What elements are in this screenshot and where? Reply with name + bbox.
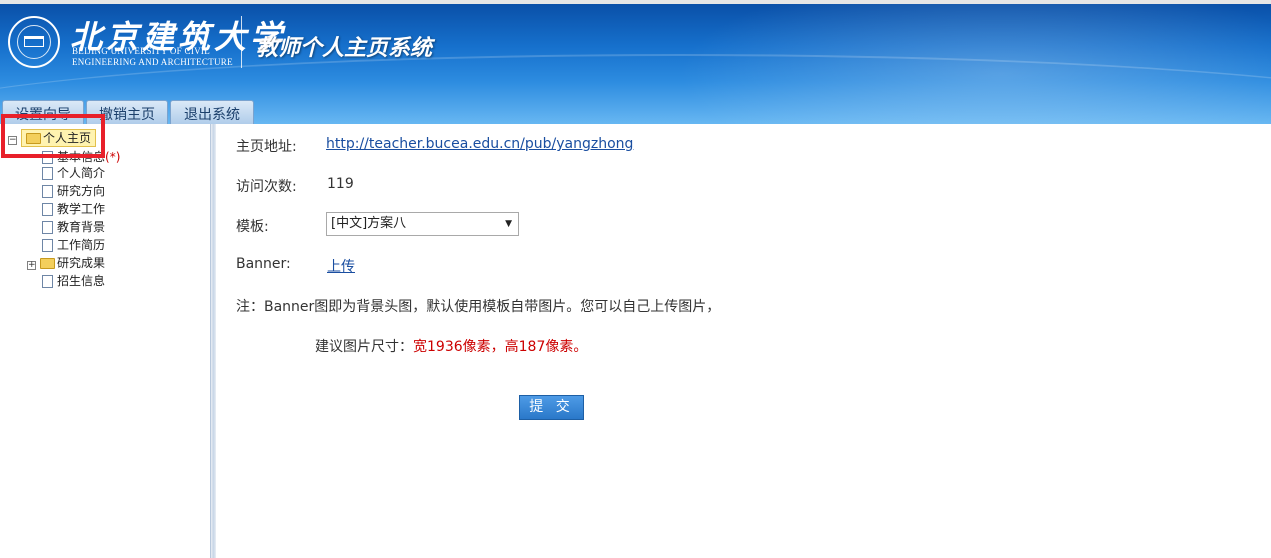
tree-item-admissions[interactable]: 招生信息 — [42, 272, 105, 290]
size-recommendation: 建议图片尺寸：宽1936像素，高187像素。 — [315, 339, 588, 355]
document-icon — [42, 203, 53, 216]
visits-label: 访问次数: — [236, 179, 297, 195]
document-icon — [42, 185, 53, 198]
header-banner: 北京建筑大学 BEIJING UNIVERSITY OF CIVIL ENGIN… — [0, 4, 1271, 124]
template-select[interactable]: [中文]方案八 ▼ — [326, 212, 519, 236]
banner-upload-link[interactable]: 上传 — [327, 256, 355, 276]
sidebar-splitter[interactable] — [210, 124, 216, 558]
tab-logout[interactable]: 退出系统 — [170, 100, 254, 124]
document-icon — [42, 275, 53, 288]
document-icon — [42, 239, 53, 252]
tree-item-research-results[interactable]: + 研究成果 — [27, 254, 105, 272]
expand-icon[interactable]: + — [27, 261, 36, 270]
tree-item-profile[interactable]: 个人简介 — [42, 164, 105, 182]
tree-item-work-history[interactable]: 工作简历 — [42, 236, 105, 254]
homepage-url-link[interactable]: http://teacher.bucea.edu.cn/pub/yangzhon… — [326, 136, 633, 152]
submit-button[interactable]: 提 交 — [519, 395, 584, 420]
visits-value: 119 — [327, 176, 354, 192]
document-icon — [42, 221, 53, 234]
highlight-box — [1, 114, 105, 158]
system-title: 教师个人主页系统 — [256, 36, 433, 61]
template-label: 模板: — [236, 219, 269, 235]
university-seal-icon — [8, 16, 60, 68]
tree-item-teaching[interactable]: 教学工作 — [42, 200, 105, 218]
tree-item-education[interactable]: 教育背景 — [42, 218, 105, 236]
dropdown-arrow-icon: ▼ — [505, 219, 512, 229]
homepage-label: 主页地址: — [236, 139, 297, 155]
document-icon — [42, 167, 53, 180]
university-name-en: BEIJING UNIVERSITY OF CIVIL ENGINEERING … — [72, 46, 233, 67]
banner-note: 注：Banner图即为背景头图，默认使用模板自带图片。您可以自己上传图片， — [236, 299, 721, 315]
folder-icon — [40, 258, 55, 269]
size-value: 宽1936像素，高187像素。 — [413, 339, 588, 355]
header-divider — [241, 16, 242, 68]
sidebar-tree: − 个人主页 基本信息(*) 个人简介 研究方向 教学工作 教育背景 工作简历 +… — [0, 124, 212, 558]
tree-item-research-direction[interactable]: 研究方向 — [42, 182, 105, 200]
banner-label: Banner: — [236, 256, 291, 272]
